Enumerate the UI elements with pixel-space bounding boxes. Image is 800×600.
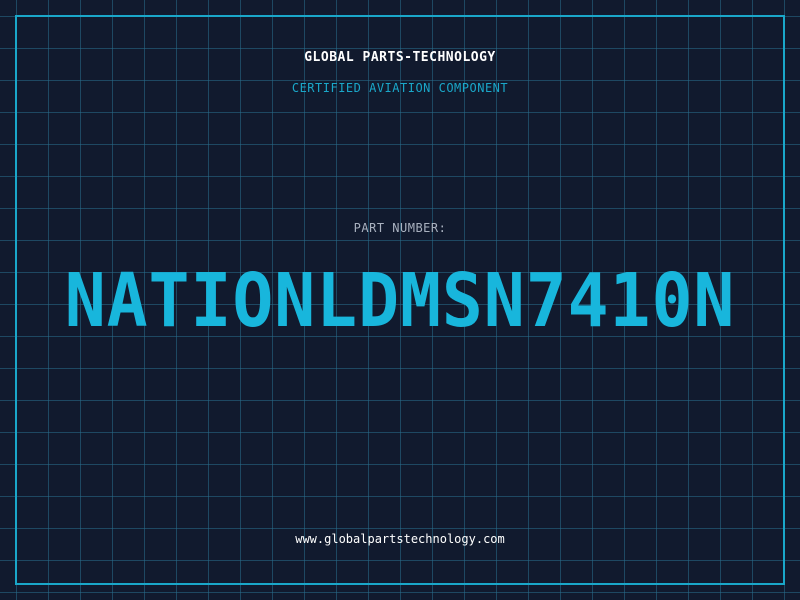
part-number-label: PART NUMBER:	[353, 221, 447, 235]
part-number-value: NATIONLDMSN7410N	[64, 258, 736, 344]
website-url: www.globalpartstechnology.com	[295, 532, 505, 546]
brand-subtitle: CERTIFIED AVIATION COMPONENT	[291, 81, 509, 95]
brand-title: GLOBAL PARTS-TECHNOLOGY	[304, 50, 496, 65]
